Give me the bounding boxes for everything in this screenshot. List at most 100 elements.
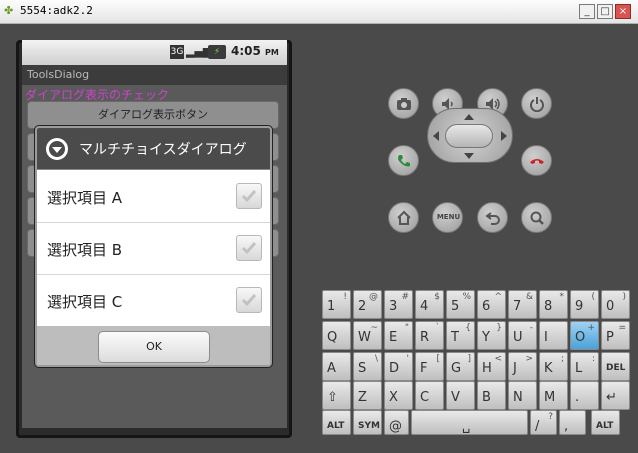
key[interactable]: 8 * [539,290,568,319]
key-alt-label: @ [369,292,378,302]
home-button[interactable] [388,202,419,233]
dpad-up-icon[interactable] [464,114,474,120]
key-alt-label: [ [436,354,440,364]
dpad-right-icon[interactable] [501,131,507,141]
end-call-button[interactable] [521,145,552,176]
key[interactable]: 0) [601,290,630,319]
key[interactable]: O + [570,321,599,350]
call-button[interactable] [388,145,419,176]
key[interactable]: B [477,381,506,410]
home-icon [397,210,411,225]
key[interactable]: 2 @ [353,290,382,319]
key-alt-label: ~ [370,323,378,333]
window-title: 5554:adk2.2 [20,4,93,17]
camera-button[interactable] [388,88,419,119]
key[interactable]: ALT [591,410,620,435]
dpad-left-icon[interactable] [433,131,439,141]
dpad-down-icon[interactable] [464,153,474,159]
key[interactable]: P = [601,321,630,350]
key-label: ␣ [462,419,471,434]
key-label: J [513,361,517,376]
key[interactable]: 6 ^ [477,290,506,319]
key[interactable]: V [446,381,475,410]
ok-button[interactable]: OK [98,331,210,363]
checkbox[interactable] [236,235,262,261]
key[interactable]: A [322,352,351,381]
maximize-button[interactable]: □ [597,4,613,19]
key[interactable]: 3 # [384,290,413,319]
key[interactable]: F[ [415,352,444,381]
key[interactable]: H < [477,352,506,381]
key[interactable]: Q [322,321,351,350]
key-label: , [564,419,569,434]
power-button[interactable] [521,88,552,119]
key[interactable]: , [559,410,586,435]
key-alt-label: \ [374,354,378,364]
key-label: 3 [389,299,398,314]
list-item[interactable]: 選択項目 A [37,171,270,223]
dpad-center-button[interactable] [445,124,493,148]
key[interactable]: DEL [601,352,630,381]
key[interactable]: T{ [446,321,475,350]
key[interactable]: X [384,381,413,410]
key-alt-label: ; [560,354,564,364]
search-button[interactable] [521,202,552,233]
key[interactable]: @ [384,410,409,435]
key[interactable]: ⇧ [322,381,351,410]
key[interactable]: /? [530,410,557,435]
back-button[interactable] [477,202,508,233]
key-alt-label: # [401,292,409,302]
list-item[interactable]: 選択項目 B [37,223,270,275]
key-alt-label: ' [406,354,409,364]
checkbox[interactable] [236,287,262,313]
key-label: 4 [420,299,429,314]
key[interactable]: C [415,381,444,410]
window-titlebar: ✤ 5554:adk2.2 _ □ × [0,0,638,24]
key[interactable]: N [508,381,537,410]
key[interactable]: R ` [415,321,444,350]
key[interactable]: 7 & [508,290,537,319]
key[interactable]: S \ [353,352,382,381]
key[interactable]: 4 $ [415,290,444,319]
key[interactable]: I [539,321,568,350]
key[interactable]: . [570,381,599,410]
key-label: M [544,390,556,405]
key-label: 6 [482,299,491,314]
key[interactable]: E " [384,321,413,350]
key[interactable]: K; [539,352,568,381]
spacebar[interactable]: ␣ [411,410,528,435]
key[interactable]: SYM [353,410,382,435]
battery-icon: ⚡ [208,45,226,59]
dialog-header: マルチチョイスダイアログ [37,128,270,170]
key-alt-label: ! [343,292,347,302]
key-label: / [535,419,540,434]
key[interactable]: L: [570,352,599,381]
show-dialog-button[interactable]: ダイアログ表示ボタン [27,101,279,129]
key[interactable]: Y} [477,321,506,350]
list-item[interactable]: 選択項目 C [37,275,270,327]
checkbox[interactable] [236,183,262,209]
list-item-label: 選択項目 C [47,293,123,311]
key[interactable]: ALT [322,410,351,435]
key[interactable]: W ~ [353,321,382,350]
key-label: T [451,330,459,345]
close-button[interactable]: × [615,4,631,19]
menu-button[interactable]: MENU [432,202,463,233]
key-label: Z [358,390,367,405]
key-alt-label: ^ [494,292,502,302]
power-icon [530,97,544,112]
key[interactable]: G] [446,352,475,381]
key[interactable]: J > [508,352,537,381]
key[interactable]: U- [508,321,537,350]
key[interactable]: 9( [570,290,599,319]
key[interactable]: 1! [322,290,351,319]
key-label: ALT [327,421,345,431]
key[interactable]: D ' [384,352,413,381]
key-label: P [606,330,614,345]
key[interactable]: M [539,381,568,410]
key-label: A [327,361,336,376]
key[interactable]: ↵ [601,381,630,410]
key[interactable]: Z [353,381,382,410]
minimize-button[interactable]: _ [579,4,595,19]
key[interactable]: 5% [446,290,475,319]
